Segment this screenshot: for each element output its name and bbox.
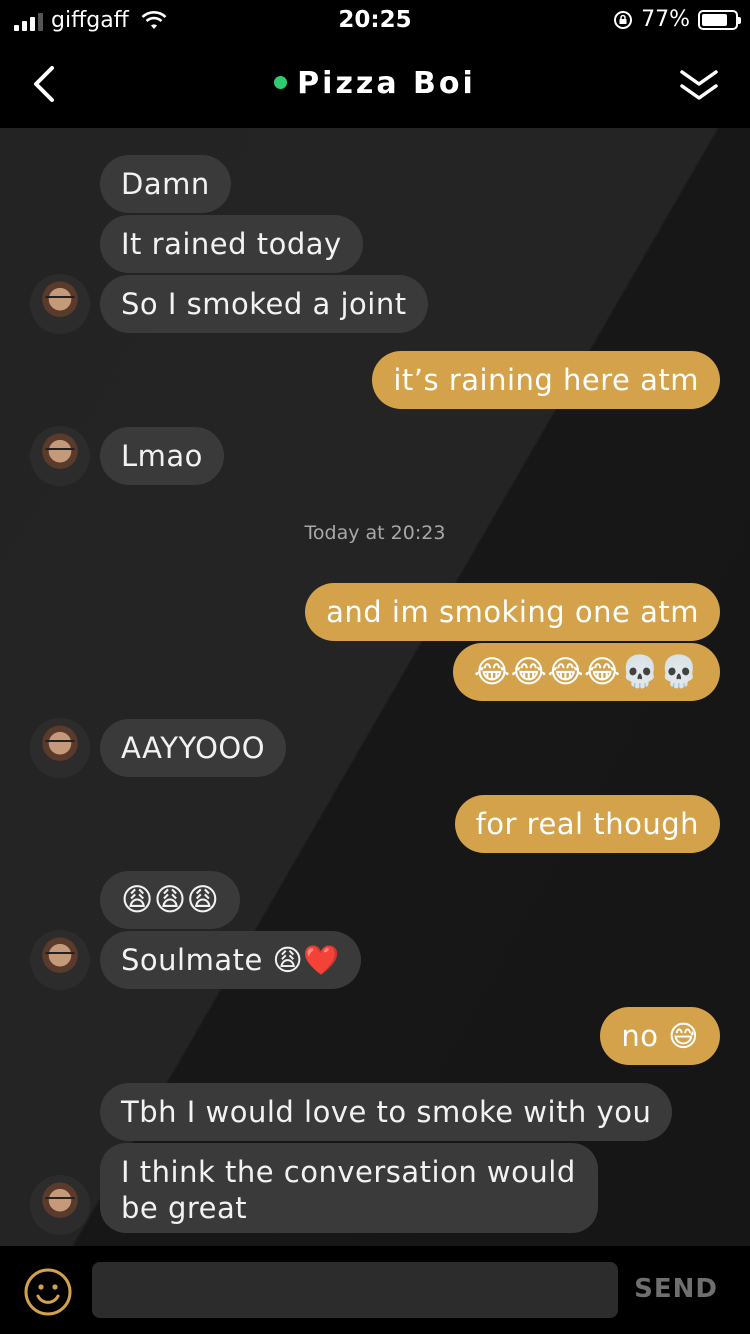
composer-bar: SEND bbox=[0, 1246, 750, 1334]
double-chevron-down-icon[interactable] bbox=[678, 66, 720, 104]
message-input[interactable] bbox=[92, 1262, 618, 1318]
message-incoming-emoji[interactable]: 😩😩😩 bbox=[100, 871, 241, 929]
battery-icon bbox=[698, 9, 741, 30]
battery-percent: 77% bbox=[641, 7, 690, 32]
status-bar: giffgaff 20:25 77% bbox=[0, 0, 750, 44]
send-button[interactable]: SEND bbox=[634, 1274, 718, 1304]
message-incoming[interactable]: Soulmate 😩❤️ bbox=[100, 931, 361, 989]
contact-avatar[interactable] bbox=[30, 426, 90, 486]
emoji-text: 😩😩😩 bbox=[121, 882, 220, 918]
message-incoming[interactable]: It rained today bbox=[100, 215, 363, 273]
message-outgoing[interactable]: and im smoking one atm bbox=[305, 583, 720, 641]
contact-avatar[interactable] bbox=[30, 718, 90, 778]
message-timestamp: Today at 20:23 bbox=[304, 522, 446, 544]
message-incoming[interactable]: Tbh I would love to smoke with you bbox=[100, 1083, 673, 1141]
contact-avatar[interactable] bbox=[30, 274, 90, 334]
message-incoming[interactable]: I think the conversation would be great bbox=[100, 1143, 598, 1233]
chat-title: Pizza Boi bbox=[0, 66, 750, 101]
contact-name: Pizza Boi bbox=[297, 66, 476, 101]
rotation-lock-icon bbox=[614, 10, 633, 29]
message-incoming[interactable]: Damn bbox=[100, 155, 231, 213]
message-outgoing[interactable]: no 😅 bbox=[600, 1007, 720, 1065]
message-outgoing[interactable]: it’s raining here atm bbox=[372, 351, 720, 409]
message-outgoing-emoji[interactable]: 😂😂😂😂💀💀 bbox=[452, 643, 720, 701]
emoji-picker-icon[interactable] bbox=[22, 1266, 74, 1318]
online-status-dot bbox=[274, 76, 288, 89]
emoji-text: 😂😂😂😂💀💀 bbox=[473, 654, 699, 690]
message-incoming[interactable]: Lmao bbox=[100, 427, 224, 485]
message-list[interactable]: Damn It rained today So I smoked a joint… bbox=[0, 128, 750, 1246]
message-outgoing[interactable]: for real though bbox=[454, 795, 720, 853]
chat-header: Pizza Boi bbox=[0, 44, 750, 128]
message-incoming[interactable]: So I smoked a joint bbox=[100, 275, 428, 333]
contact-avatar[interactable] bbox=[30, 930, 90, 990]
message-incoming[interactable]: AAYYOOO bbox=[100, 719, 287, 777]
contact-avatar[interactable] bbox=[30, 1175, 90, 1235]
